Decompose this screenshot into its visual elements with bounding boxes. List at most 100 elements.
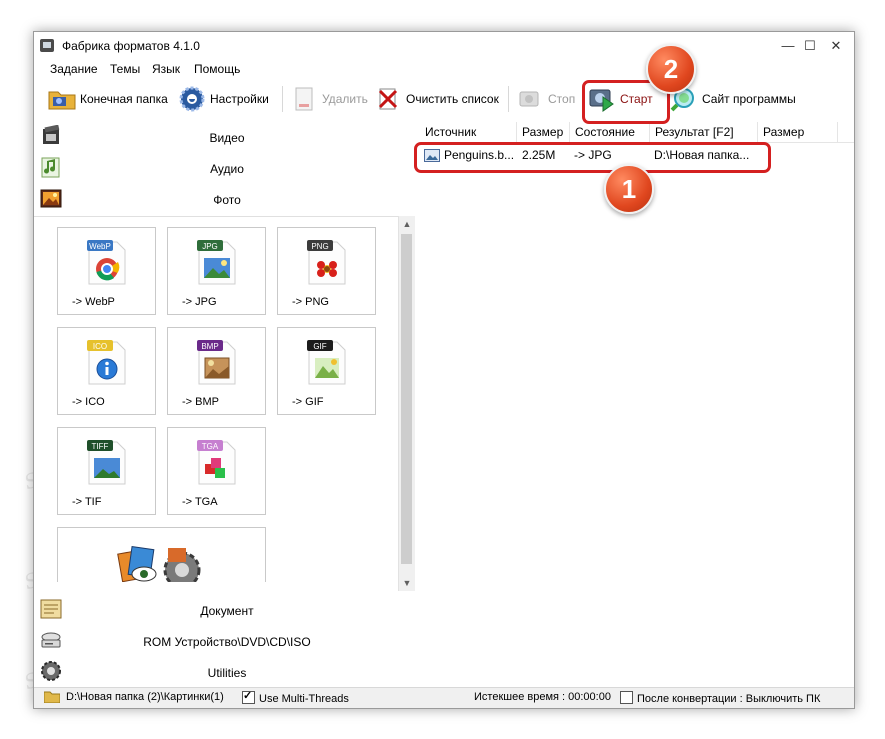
category-rom[interactable]: ROM Устройство\DVD\CD\ISO bbox=[34, 626, 420, 656]
column-state[interactable]: Состояние bbox=[570, 122, 650, 142]
webp-file-icon: WebP bbox=[87, 238, 127, 289]
menu-help[interactable]: Помощь bbox=[194, 62, 240, 76]
delete-label: Удалить bbox=[322, 92, 368, 106]
category-utilities-label: Utilities bbox=[207, 666, 247, 680]
multithreads-label: Use Multi-Threads bbox=[259, 693, 349, 705]
bmp-file-icon: BMP bbox=[197, 338, 237, 389]
format-tile-jpg[interactable]: JPG -> JPG bbox=[167, 227, 266, 315]
format-label: -> WebP bbox=[72, 296, 115, 308]
after-convert-checkbox[interactable]: После конвертации : Выключить ПК bbox=[620, 691, 820, 705]
column-out-size[interactable]: Размер bbox=[758, 122, 838, 142]
callout-box-file bbox=[414, 142, 771, 173]
website-label: Сайт программы bbox=[702, 92, 796, 106]
callout-badge-1: 1 bbox=[604, 164, 654, 214]
format-label: -> PNG bbox=[292, 296, 329, 308]
column-source[interactable]: Источник bbox=[420, 122, 517, 142]
callout-badge-2: 2 bbox=[646, 44, 696, 94]
stop-label: Стоп bbox=[548, 92, 576, 106]
format-label: -> BMP bbox=[182, 396, 219, 408]
format-tile-advanced[interactable] bbox=[57, 527, 266, 582]
svg-text:TGA: TGA bbox=[202, 442, 219, 451]
format-tile-tga[interactable]: TGA -> TGA bbox=[167, 427, 266, 515]
format-tile-tif[interactable]: TIFF -> TIF bbox=[57, 427, 156, 515]
category-photo-label: Фото bbox=[213, 193, 241, 207]
photo-tools-icon bbox=[116, 542, 208, 582]
output-path[interactable]: D:\Новая папка (2)\Картинки(1) bbox=[66, 691, 224, 703]
svg-text:PNG: PNG bbox=[311, 242, 328, 251]
app-icon bbox=[40, 39, 54, 52]
tif-file-icon: TIFF bbox=[87, 438, 127, 489]
category-document-label: Документ bbox=[200, 604, 254, 618]
menu-task[interactable]: Задание bbox=[50, 62, 98, 76]
delete-button[interactable]: Удалить bbox=[290, 84, 368, 114]
website-button[interactable]: Сайт программы bbox=[670, 84, 796, 114]
format-label: -> ICO bbox=[72, 396, 105, 408]
settings-label: Настройки bbox=[210, 92, 269, 106]
ico-file-icon: ICO bbox=[87, 338, 127, 389]
format-tile-gif[interactable]: GIF -> GIF bbox=[277, 327, 376, 415]
after-convert-label: После конвертации : Выключить ПК bbox=[637, 693, 821, 705]
stop-button[interactable]: Стоп bbox=[516, 84, 575, 114]
title-bar: Фабрика форматов 4.1.0 — ☐ ✕ bbox=[34, 32, 854, 60]
menu-language[interactable]: Язык bbox=[152, 62, 180, 76]
svg-text:ICO: ICO bbox=[93, 342, 107, 351]
category-audio[interactable]: Аудио bbox=[34, 153, 420, 183]
svg-text:GIF: GIF bbox=[313, 342, 326, 351]
folder-icon bbox=[48, 86, 76, 112]
format-label: -> GIF bbox=[292, 396, 324, 408]
close-button[interactable]: ✕ bbox=[824, 35, 848, 57]
format-label: -> TIF bbox=[72, 496, 102, 508]
menu-themes[interactable]: Темы bbox=[110, 62, 140, 76]
dest-folder-label: Конечная папка bbox=[80, 92, 168, 106]
jpg-file-icon: JPG bbox=[197, 238, 237, 289]
settings-button[interactable]: Настройки bbox=[178, 84, 269, 114]
document-delete-icon bbox=[290, 86, 318, 112]
format-tile-ico[interactable]: ICO -> ICO bbox=[57, 327, 156, 415]
category-video-label: Видео bbox=[209, 131, 245, 145]
format-grid: WebP -> WebP JPG -> JPG PNG -> PNG ICO -… bbox=[34, 216, 398, 582]
stop-icon bbox=[516, 86, 544, 112]
dest-folder-button[interactable]: Конечная папка bbox=[48, 84, 168, 114]
folder-small-icon bbox=[43, 690, 61, 706]
gif-file-icon: GIF bbox=[307, 338, 347, 389]
status-bar: D:\Новая папка (2)\Картинки(1) Use Multi… bbox=[34, 687, 854, 708]
app-window: Фабрика форматов 4.1.0 — ☐ ✕ Задание Тем… bbox=[33, 31, 855, 709]
menu-bar: Задание Темы Язык Помощь bbox=[34, 60, 854, 78]
svg-text:JPG: JPG bbox=[202, 242, 218, 251]
category-video[interactable]: Видео bbox=[34, 122, 420, 152]
window-title: Фабрика форматов 4.1.0 bbox=[62, 39, 200, 53]
table-header: Источник Размер Состояние Результат [F2]… bbox=[420, 122, 854, 143]
clear-x-icon bbox=[374, 86, 402, 112]
toolbar: Конечная папка Настройки Удалить Очистит… bbox=[34, 80, 854, 120]
category-utilities[interactable]: Utilities bbox=[34, 657, 420, 687]
format-tile-png[interactable]: PNG -> PNG bbox=[277, 227, 376, 315]
minimize-button[interactable]: — bbox=[776, 35, 800, 57]
tga-file-icon: TGA bbox=[197, 438, 237, 489]
format-label: -> TGA bbox=[182, 496, 218, 508]
maximize-button[interactable]: ☐ bbox=[798, 35, 822, 57]
column-size[interactable]: Размер bbox=[517, 122, 570, 142]
clear-list-label: Очистить список bbox=[406, 92, 499, 106]
svg-text:BMP: BMP bbox=[201, 342, 218, 351]
gear-icon bbox=[178, 86, 206, 112]
png-file-icon: PNG bbox=[307, 238, 347, 289]
checkbox-checked-icon[interactable] bbox=[242, 689, 255, 704]
multithreads-checkbox[interactable]: Use Multi-Threads bbox=[242, 689, 349, 705]
format-scrollbar[interactable]: ▲ ▼ bbox=[398, 216, 415, 591]
category-photo[interactable]: Фото bbox=[34, 184, 420, 214]
column-result[interactable]: Результат [F2] bbox=[650, 122, 758, 142]
format-tile-webp[interactable]: WebP -> WebP bbox=[57, 227, 156, 315]
clear-list-button[interactable]: Очистить список bbox=[374, 84, 499, 114]
category-panel: Видео Аудио Фото WebP -> WebP JPG -> JPG… bbox=[34, 122, 421, 688]
scroll-up-icon[interactable]: ▲ bbox=[399, 216, 415, 232]
format-tile-bmp[interactable]: BMP -> BMP bbox=[167, 327, 266, 415]
elapsed-time: Истекшее время : 00:00:00 bbox=[474, 691, 611, 703]
svg-text:WebP: WebP bbox=[89, 242, 111, 251]
category-rom-label: ROM Устройство\DVD\CD\ISO bbox=[143, 635, 311, 649]
scroll-down-icon[interactable]: ▼ bbox=[399, 575, 415, 591]
category-audio-label: Аудио bbox=[210, 162, 244, 176]
svg-text:TIFF: TIFF bbox=[92, 442, 109, 451]
category-document[interactable]: Документ bbox=[34, 595, 420, 625]
scroll-thumb[interactable] bbox=[401, 234, 412, 564]
checkbox-unchecked-icon[interactable] bbox=[620, 691, 633, 704]
